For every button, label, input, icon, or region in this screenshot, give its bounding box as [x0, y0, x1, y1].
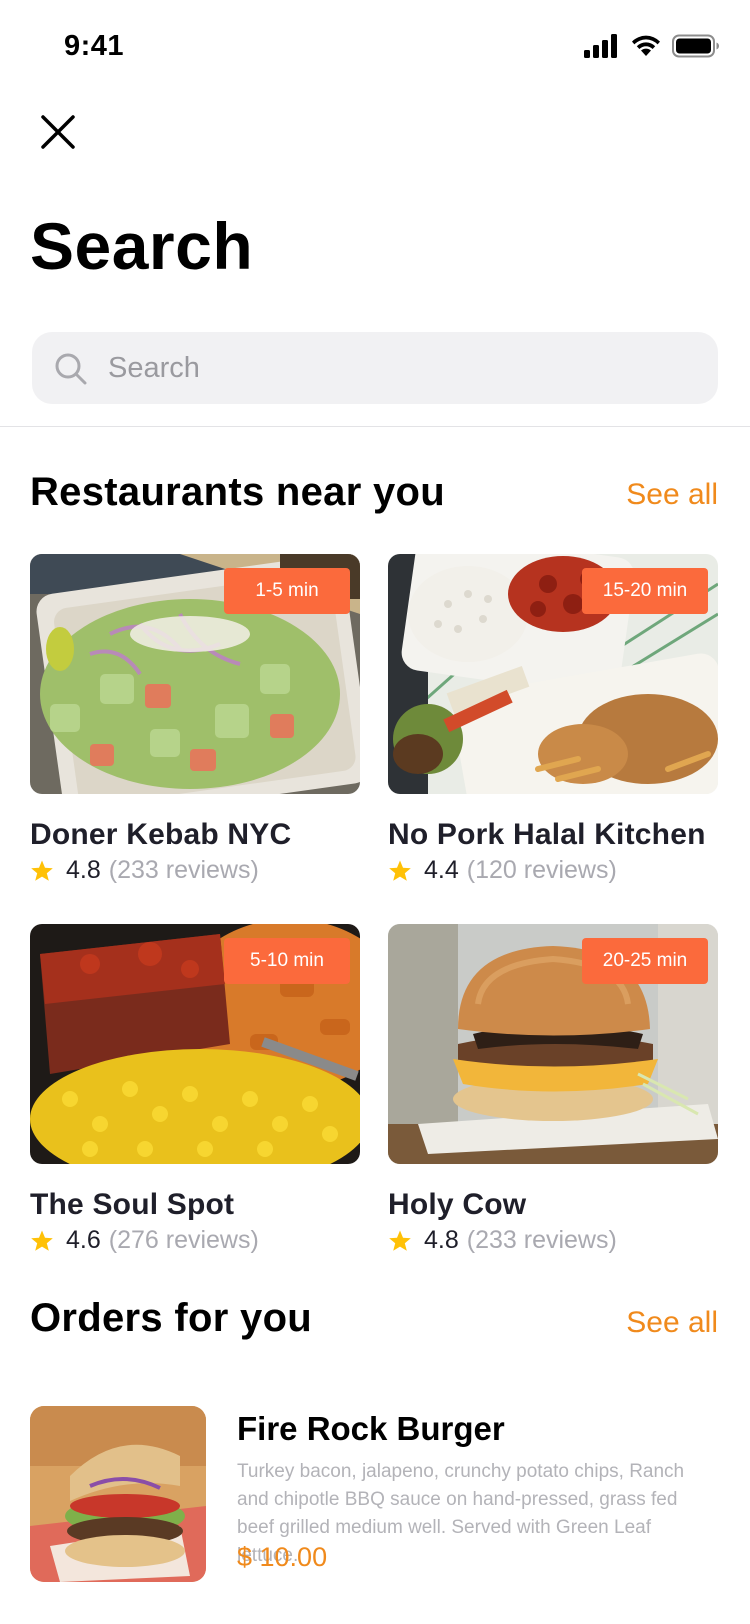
- rating-value: 4.8: [424, 1226, 459, 1254]
- rating-value: 4.4: [424, 856, 459, 884]
- star-icon: [389, 860, 411, 881]
- status-time: 9:41: [64, 30, 125, 62]
- star-icon: [31, 1230, 53, 1251]
- restaurant-rating: 4.4 (120 reviews): [388, 856, 718, 885]
- star-icon: [31, 860, 53, 881]
- eta-badge: 20-25 min: [582, 938, 708, 984]
- signal-icon: [584, 34, 617, 58]
- status-bar: 9:41: [0, 0, 750, 96]
- search-icon: [55, 353, 87, 385]
- restaurant-card[interactable]: 5-10 min The Soul Spot 4.6 (276 reviews): [30, 924, 360, 1255]
- order-price: $ 10.00: [237, 1542, 328, 1572]
- orders-heading: Orders for you: [30, 1296, 313, 1340]
- restaurants-heading: Restaurants near you: [30, 470, 446, 514]
- restaurant-card[interactable]: 20-25 min Holy Cow 4.8 (233 reviews): [388, 924, 718, 1255]
- orders-see-all-link[interactable]: See all: [626, 1306, 718, 1340]
- meatloaf-corn-photo: 5-10 min: [30, 924, 360, 1164]
- order-title: Fire Rock Burger: [237, 1410, 505, 1447]
- restaurant-name: Holy Cow: [388, 1188, 527, 1221]
- restaurants-see-all-link[interactable]: See all: [626, 478, 718, 512]
- restaurant-name: Doner Kebab NYC: [30, 818, 292, 851]
- burger-photo: 20-25 min: [388, 924, 718, 1164]
- search-bar[interactable]: [32, 332, 718, 404]
- restaurant-name: No Pork Halal Kitchen: [388, 818, 706, 851]
- eta-badge: 1-5 min: [224, 568, 350, 614]
- wifi-icon: [632, 35, 660, 56]
- fire-rock-burger-photo: [30, 1406, 206, 1582]
- close-icon: [41, 115, 75, 149]
- divider: [0, 426, 750, 427]
- order-item[interactable]: Fire Rock Burger Turkey bacon, jalapeno,…: [30, 1406, 720, 1584]
- rating-reviews: (120 reviews): [466, 856, 617, 884]
- restaurant-card[interactable]: 15-20 min No Pork Halal Kitchen 4.4 (120…: [388, 554, 718, 885]
- restaurant-rating: 4.6 (276 reviews): [30, 1226, 360, 1255]
- search-input[interactable]: [108, 332, 698, 404]
- rating-value: 4.8: [66, 856, 101, 884]
- restaurant-name: The Soul Spot: [30, 1188, 235, 1221]
- salad-photo: 1-5 min: [30, 554, 360, 794]
- close-button[interactable]: [38, 112, 78, 152]
- restaurant-rating: 4.8 (233 reviews): [30, 856, 360, 885]
- rating-reviews: (233 reviews): [108, 856, 259, 884]
- halal-platter-photo: 15-20 min: [388, 554, 718, 794]
- page-title: Search: [30, 209, 254, 283]
- rating-reviews: (276 reviews): [108, 1226, 259, 1254]
- rating-value: 4.6: [66, 1226, 101, 1254]
- status-icons: [584, 34, 720, 58]
- eta-badge: 15-20 min: [582, 568, 708, 614]
- star-icon: [389, 1230, 411, 1251]
- restaurant-card[interactable]: 1-5 min Doner Kebab NYC 4.8 (233 reviews…: [30, 554, 360, 885]
- restaurant-rating: 4.8 (233 reviews): [388, 1226, 718, 1255]
- battery-icon: [672, 34, 719, 58]
- eta-badge: 5-10 min: [224, 938, 350, 984]
- rating-reviews: (233 reviews): [466, 1226, 617, 1254]
